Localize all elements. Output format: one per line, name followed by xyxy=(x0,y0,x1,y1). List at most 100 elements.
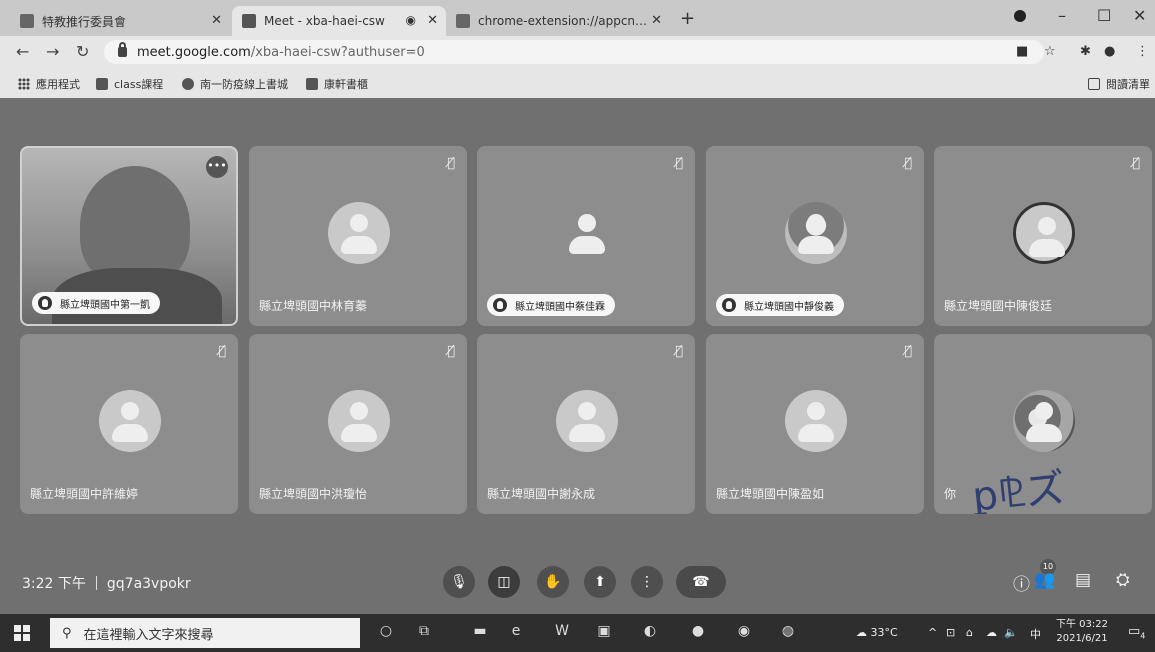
meeting-details-icon[interactable]: ⓘ xyxy=(1013,570,1030,595)
mic-muted-icon: 🎙̸ xyxy=(904,344,912,359)
weather-widget[interactable]: ☁ 33°C xyxy=(856,626,898,639)
microphone-button[interactable]: 🎙 xyxy=(443,566,475,598)
tab-meet[interactable]: Meet - xba-haei-csw ✕ ◉ xyxy=(232,6,446,36)
new-tab-icon[interactable]: + xyxy=(680,8,695,29)
participant-tile[interactable]: 🎙̸ 縣立埤頭國中靜俊義 xyxy=(706,146,924,326)
back-icon[interactable]: ← xyxy=(16,42,29,61)
app-icon[interactable]: ◐ xyxy=(640,623,660,643)
mic-muted-icon: 🎙̸ xyxy=(904,156,912,171)
photos-icon[interactable]: ▣ xyxy=(594,623,614,643)
participant-tile[interactable]: ••• 縣立埤頭國中第一凱 xyxy=(20,146,238,326)
present-screen-button[interactable]: ⬆ xyxy=(584,566,616,598)
self-tile[interactable]: ꝑ⅊ズ 你 xyxy=(934,334,1152,514)
notification-center-icon[interactable]: ▭4 xyxy=(1128,624,1145,641)
people-icon[interactable]: 👥 xyxy=(1034,570,1055,590)
bookmark-star-icon[interactable]: ☆ xyxy=(1044,44,1056,59)
chrome-profile-icon[interactable]: ◍ xyxy=(778,623,798,643)
tray-app-icon[interactable]: ⊡ xyxy=(946,626,955,639)
avatar xyxy=(556,202,618,264)
close-tab-icon[interactable]: ✕ xyxy=(211,13,222,28)
participant-name: 你 xyxy=(944,487,957,501)
participant-tile[interactable]: 🎙̸ 縣立埤頭國中洪瓊怡 xyxy=(249,334,467,514)
reload-icon[interactable]: ↻ xyxy=(76,42,89,61)
minimize-icon[interactable]: – xyxy=(1058,6,1066,25)
avatar xyxy=(785,390,847,452)
bookmark-label: class課程 xyxy=(114,78,164,91)
volume-icon[interactable]: 🔈 xyxy=(1004,626,1018,639)
windows-start-icon[interactable] xyxy=(14,625,30,641)
meet-favicon-icon xyxy=(242,14,256,28)
activities-icon[interactable]: ⛭ xyxy=(1116,570,1130,590)
taskbar-search-box[interactable]: ⚲ 在這裡輸入文字來搜尋 xyxy=(50,618,360,648)
tab-chrome-extension[interactable]: chrome-extension://appcnbie ✕ xyxy=(446,6,672,36)
chat-icon[interactable]: ▤ xyxy=(1075,570,1091,590)
task-view-icon[interactable]: ⧉ xyxy=(414,623,434,643)
participant-tile[interactable]: 🎙̸ 縣立埤頭國中蔡佳霖 xyxy=(477,146,695,326)
bookmark-icon xyxy=(306,78,318,90)
raised-hand-icon xyxy=(493,298,507,312)
more-options-icon[interactable]: ••• xyxy=(206,156,228,178)
maximize-icon[interactable]: ☐ xyxy=(1097,6,1111,25)
participant-tile[interactable]: 🎙̸ 縣立埤頭國中謝永成 xyxy=(477,334,695,514)
meeting-time: 3:22 下午 xyxy=(22,576,86,592)
bookmark-nani[interactable]: 南一防疫線上書城 xyxy=(182,76,288,92)
participant-tile[interactable]: 🎙̸ 縣立埤頭國中許維婷 xyxy=(20,334,238,514)
chrome-icon[interactable]: ◉ xyxy=(734,623,754,643)
forward-icon[interactable]: → xyxy=(46,42,59,61)
participant-name: 縣立埤頭國中陳盈如 xyxy=(716,487,825,501)
participant-name: 縣立埤頭國中謝永成 xyxy=(487,487,596,501)
raised-hand-icon xyxy=(38,296,52,310)
mic-muted-icon: 🎙̸ xyxy=(675,344,683,359)
address-bar[interactable]: meet.google.com/xba-haei-csw?authuser=0 xyxy=(104,40,1044,64)
system-clock[interactable]: 下午 03:22 2021/6/21 xyxy=(1056,618,1108,646)
file-explorer-icon[interactable]: ▬ xyxy=(470,623,490,643)
more-options-button[interactable]: ⋮ xyxy=(631,566,663,598)
avatar xyxy=(556,390,618,452)
participant-name: 縣立埤頭國中林育蓁 xyxy=(259,299,368,313)
extensions-puzzle-icon[interactable]: ✱ xyxy=(1080,44,1091,59)
bookmark-kanghsuan[interactable]: 康軒書櫃 xyxy=(306,76,368,92)
avatar-icon[interactable]: ● xyxy=(1104,44,1115,59)
onedrive-icon[interactable]: ☁ xyxy=(986,626,997,639)
word-icon[interactable]: W xyxy=(552,623,572,643)
tab-special-education[interactable]: 特教推行委員會 ✕ xyxy=(10,6,232,36)
cortana-icon[interactable]: ○ xyxy=(376,623,396,643)
edge-icon[interactable]: e xyxy=(506,623,526,643)
close-tab-icon[interactable]: ✕ xyxy=(427,13,438,28)
participant-name: 縣立埤頭國中靜俊義 xyxy=(744,301,834,313)
page-favicon-icon xyxy=(20,14,34,28)
participant-name: 縣立埤頭國中陳俊廷 xyxy=(944,299,1053,313)
network-icon[interactable]: ⌂ xyxy=(966,626,973,639)
meet-app-icon[interactable]: ● xyxy=(688,623,708,643)
handwritten-signature: ꝑ⅊ズ xyxy=(970,465,1068,514)
raised-hand-badge: 縣立埤頭國中蔡佳霖 xyxy=(487,294,615,316)
reading-list[interactable]: 閱讀清單 xyxy=(1088,76,1150,92)
show-hidden-icons[interactable]: ^ xyxy=(928,626,937,639)
participant-tile[interactable]: 🎙̸ 縣立埤頭國中陳俊廷 xyxy=(934,146,1152,326)
raise-hand-button[interactable]: ✋ xyxy=(537,566,569,598)
avatar xyxy=(1013,202,1075,264)
camera-in-use-icon[interactable]: ■ xyxy=(1016,44,1028,59)
leave-call-button[interactable]: ☎ xyxy=(676,566,726,598)
bookmark-label: 南一防疫線上書城 xyxy=(200,78,288,91)
close-tab-icon[interactable]: ✕ xyxy=(651,13,662,28)
participant-name: 縣立埤頭國中洪瓊怡 xyxy=(259,487,368,501)
camera-off-button[interactable]: ◫ xyxy=(488,566,520,598)
cloud-icon: ☁ xyxy=(856,626,867,639)
weather-temperature: 33°C xyxy=(870,626,898,639)
profile-icon[interactable] xyxy=(1014,10,1026,22)
search-icon: ⚲ xyxy=(62,625,72,641)
ime-indicator[interactable]: 中 xyxy=(1030,626,1041,642)
participant-name: 縣立埤頭國中許維婷 xyxy=(30,487,139,501)
bookmark-apps[interactable]: 應用程式 xyxy=(18,76,80,92)
bookmark-class[interactable]: class課程 xyxy=(96,76,163,92)
raised-hand-badge: 縣立埤頭國中第一凱 xyxy=(32,292,160,314)
close-window-icon[interactable]: ✕ xyxy=(1133,6,1146,25)
avatar xyxy=(328,390,390,452)
bookmark-label: 康軒書櫃 xyxy=(324,78,368,91)
reading-list-icon xyxy=(1088,78,1100,90)
menu-kebab-icon[interactable]: ⋮ xyxy=(1136,44,1149,59)
participant-tile[interactable]: 🎙̸ 縣立埤頭國中林育蓁 xyxy=(249,146,467,326)
participant-tile[interactable]: 🎙̸ 縣立埤頭國中陳盈如 xyxy=(706,334,924,514)
raised-hand-icon xyxy=(722,298,736,312)
